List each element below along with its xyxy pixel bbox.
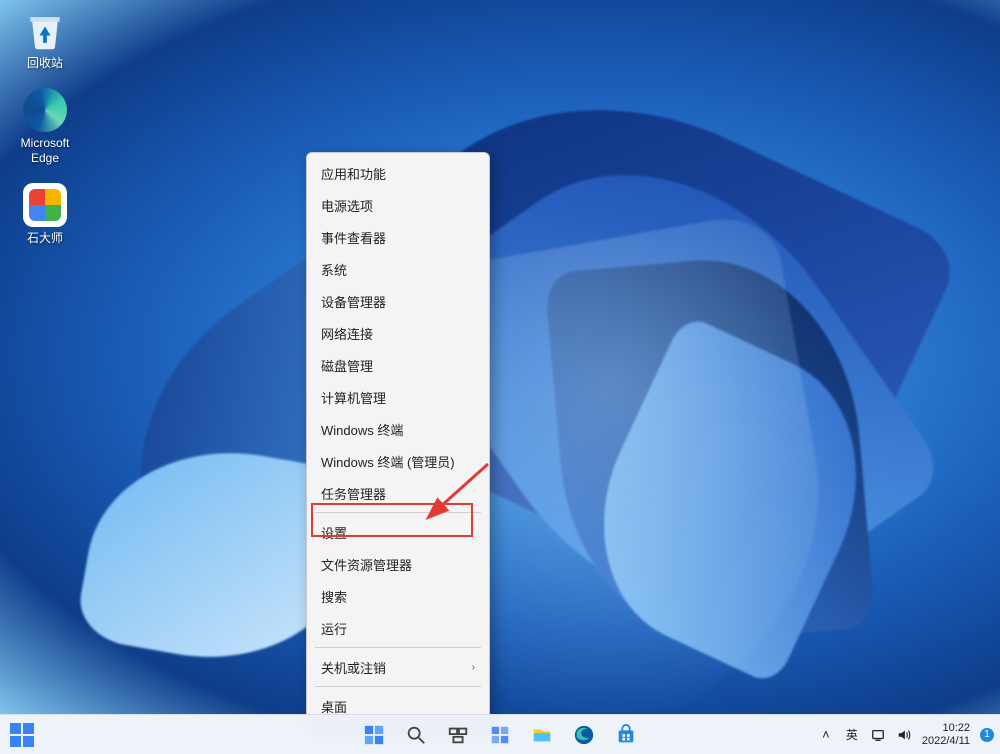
- menu-item-1[interactable]: 电源选项: [307, 189, 489, 221]
- shidashi-icon: [23, 183, 67, 227]
- edge-icon: [23, 88, 67, 132]
- menu-item-label: 任务管理器: [321, 484, 386, 503]
- menu-item-3[interactable]: 系统: [307, 253, 489, 285]
- menu-item-8[interactable]: Windows 终端: [307, 413, 489, 445]
- menu-item-label: 系统: [321, 260, 347, 279]
- menu-item-label: 设备管理器: [321, 292, 386, 311]
- ime-indicator[interactable]: 英: [844, 727, 860, 743]
- menu-separator: [315, 647, 481, 648]
- clock[interactable]: 10:22 2022/4/11: [922, 722, 970, 747]
- file-explorer-button[interactable]: [524, 717, 560, 753]
- edge-taskbar-button[interactable]: [566, 717, 602, 753]
- clock-date: 2022/4/11: [922, 735, 970, 748]
- store-button[interactable]: [608, 717, 644, 753]
- recycle-bin-icon: [23, 8, 67, 52]
- notification-badge[interactable]: 1: [980, 728, 994, 742]
- menu-item-label: 关机或注销: [321, 658, 386, 677]
- menu-item-14[interactable]: 搜索: [307, 580, 489, 612]
- desktop-icon-edge[interactable]: Microsoft Edge: [10, 88, 80, 165]
- menu-item-2[interactable]: 事件查看器: [307, 221, 489, 253]
- tray-chevron-up-icon[interactable]: ˄: [818, 727, 834, 743]
- menu-item-label: 事件查看器: [321, 228, 386, 247]
- menu-item-9[interactable]: Windows 终端 (管理员): [307, 445, 489, 477]
- menu-item-label: 应用和功能: [321, 164, 386, 183]
- menu-item-10[interactable]: 任务管理器: [307, 477, 489, 509]
- menu-item-label: 文件资源管理器: [321, 555, 412, 574]
- desktop-icons: 回收站 Microsoft Edge 石大师: [10, 8, 80, 246]
- menu-item-label: Windows 终端: [321, 420, 403, 439]
- menu-item-label: 搜索: [321, 587, 347, 606]
- start-button-corner[interactable]: [10, 723, 34, 747]
- menu-item-13[interactable]: 文件资源管理器: [307, 548, 489, 580]
- desktop-icon-label: 石大师: [27, 231, 63, 245]
- winx-context-menu: 应用和功能电源选项事件查看器系统设备管理器网络连接磁盘管理计算机管理 Window…: [306, 152, 490, 727]
- desktop-icon-shidashi[interactable]: 石大师: [10, 183, 80, 245]
- menu-separator: [315, 512, 481, 513]
- menu-item-label: 设置: [321, 523, 347, 542]
- start-button[interactable]: [356, 717, 392, 753]
- menu-item-label: 运行: [321, 619, 347, 638]
- desktop[interactable]: 回收站 Microsoft Edge 石大师 应用和功能电源选项事件查看器系统设…: [0, 0, 1000, 714]
- menu-item-4[interactable]: 设备管理器: [307, 285, 489, 317]
- taskbar-left: [6, 723, 34, 747]
- desktop-icon-label: Microsoft Edge: [21, 136, 70, 165]
- chevron-right-icon: ›: [472, 662, 475, 673]
- menu-item-label: 网络连接: [321, 324, 373, 343]
- menu-item-17[interactable]: 关机或注销 ›: [307, 651, 489, 683]
- menu-item-label: Windows 终端 (管理员): [321, 452, 455, 471]
- wallpaper-bloom: [0, 0, 1000, 714]
- system-tray: ˄ 英 10:22 2022/4/11 1: [818, 722, 994, 747]
- desktop-icon-recycle-bin[interactable]: 回收站: [10, 8, 80, 70]
- clock-time: 10:22: [922, 722, 970, 735]
- volume-icon[interactable]: [896, 727, 912, 743]
- menu-item-label: 磁盘管理: [321, 356, 373, 375]
- menu-item-15[interactable]: 运行: [307, 612, 489, 644]
- menu-item-5[interactable]: 网络连接: [307, 317, 489, 349]
- menu-item-6[interactable]: 磁盘管理: [307, 349, 489, 381]
- desktop-icon-label: 回收站: [27, 56, 63, 70]
- menu-item-label: 计算机管理: [321, 388, 386, 407]
- menu-item-7[interactable]: 计算机管理: [307, 381, 489, 413]
- menu-item-12[interactable]: 设置: [307, 516, 489, 548]
- menu-item-label: 电源选项: [321, 196, 373, 215]
- menu-item-label: 桌面: [321, 697, 347, 716]
- network-icon[interactable]: [870, 727, 886, 743]
- taskbar-center: [356, 717, 644, 753]
- search-button[interactable]: [398, 717, 434, 753]
- menu-separator: [315, 686, 481, 687]
- taskbar: ˄ 英 10:22 2022/4/11 1: [0, 714, 1000, 754]
- menu-item-0[interactable]: 应用和功能: [307, 157, 489, 189]
- task-view-button[interactable]: [440, 717, 476, 753]
- widgets-button[interactable]: [482, 717, 518, 753]
